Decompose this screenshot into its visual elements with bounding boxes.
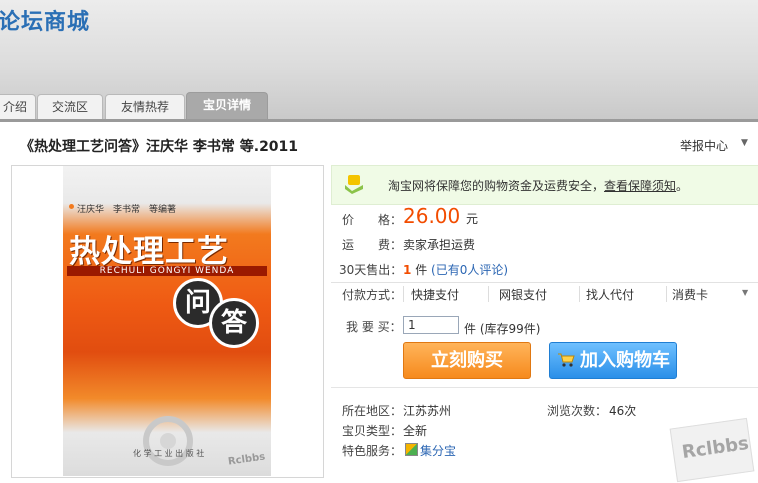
- payment-label: 付款方式：: [342, 288, 403, 302]
- payment-option-quick[interactable]: 快捷支付: [411, 286, 459, 303]
- stock-info: 件 (库存99件): [464, 322, 541, 336]
- reviews-link[interactable]: (已有0人评论): [431, 263, 508, 277]
- price-label: 价 格：: [342, 213, 403, 227]
- divider: [488, 286, 489, 302]
- payment-option-card[interactable]: 消费卡: [672, 286, 708, 303]
- site-header: 论坛商城 介绍 交流区 友情热荐 宝贝详情: [0, 0, 758, 120]
- product-image[interactable]: 汪庆华 李书常 等编著 热处理工艺 RECHULI GONGYI WENDA 问…: [11, 165, 324, 478]
- watermark: Rclbbs: [680, 432, 751, 464]
- payment-option-proxy[interactable]: 找人代付: [586, 286, 634, 303]
- chevron-down-icon[interactable]: ▼: [742, 288, 748, 297]
- cover-pinyin: RECHULI GONGYI WENDA: [67, 266, 267, 276]
- watermark-stamp: Rclbbs: [669, 417, 755, 483]
- site-title[interactable]: 论坛商城: [0, 4, 90, 36]
- cover-publisher: 化 学 工 业 出 版 社: [133, 449, 205, 458]
- views-label: 浏览次数：: [547, 404, 608, 418]
- sales-unit: 件: [415, 263, 428, 277]
- security-tail: 。: [676, 179, 689, 193]
- services-label: 特色服务：: [342, 444, 403, 458]
- tab-underline: [0, 119, 758, 122]
- product-title: 《热处理工艺问答》汪庆华 李书常 等.2011: [20, 139, 299, 155]
- tab-intro[interactable]: 介绍: [0, 94, 36, 119]
- bullet-icon: [69, 204, 74, 209]
- cover-title: 热处理工艺: [69, 234, 229, 270]
- tab-forum[interactable]: 交流区: [37, 94, 103, 119]
- quantity-input[interactable]: 1: [403, 316, 459, 334]
- divider: [666, 286, 667, 302]
- quantity-label: 我 要 买：: [346, 320, 402, 334]
- cover-authors: 汪庆华 李书常 等编著: [77, 205, 177, 215]
- item-type-label: 宝贝类型：: [342, 424, 403, 438]
- location-label: 所在地区：: [342, 404, 403, 418]
- payment-methods: 付款方式： 快捷支付 网银支付 找人代付 消费卡: [331, 282, 758, 306]
- payment-option-bank[interactable]: 网银支付: [499, 286, 547, 303]
- sales-label: 30天售出：: [339, 263, 403, 277]
- divider: [579, 286, 580, 302]
- add-to-cart-label: 加入购物车: [580, 350, 670, 371]
- gear-icon: [143, 416, 193, 466]
- location-value: 江苏苏州: [403, 404, 452, 418]
- sales-count: 1: [403, 263, 412, 277]
- views-value: 46次: [609, 404, 637, 418]
- tab-item-details[interactable]: 宝贝详情: [186, 92, 268, 119]
- shipping-label: 运 费：: [342, 238, 403, 252]
- jifenbao-link[interactable]: 集分宝: [405, 442, 456, 459]
- buy-now-button[interactable]: 立刻购买: [403, 342, 531, 379]
- jifenbao-icon: [405, 443, 418, 456]
- shipping-value: 卖家承担运费: [403, 238, 476, 252]
- divider: [403, 286, 404, 302]
- shield-hand-icon: [345, 175, 363, 194]
- item-type-value: 全新: [403, 424, 428, 438]
- report-center-link[interactable]: 举报中心: [680, 137, 728, 154]
- price-unit: 元: [466, 212, 479, 226]
- add-to-cart-button[interactable]: 加入购物车: [549, 342, 677, 379]
- jifenbao-label: 集分宝: [420, 444, 457, 458]
- chevron-down-icon[interactable]: ▼: [741, 138, 748, 148]
- guarantee-link[interactable]: 查看保障须知: [604, 179, 676, 193]
- security-notice: 淘宝网将保障您的购物资金及运费安全，查看保障须知。: [331, 165, 758, 205]
- cover-char-circle: 答: [209, 298, 259, 348]
- security-message: 淘宝网将保障您的购物资金及运费安全，: [388, 179, 605, 193]
- sales-value: 1 件 (已有0人评论): [403, 261, 508, 278]
- security-text: 淘宝网将保障您的购物资金及运费安全，查看保障须知。: [388, 177, 688, 194]
- book-cover: 汪庆华 李书常 等编著 热处理工艺 RECHULI GONGYI WENDA 问…: [63, 166, 271, 476]
- tab-recommend[interactable]: 友情热荐: [105, 94, 185, 119]
- cart-icon: [558, 353, 575, 367]
- price-value: 26.00: [403, 204, 461, 228]
